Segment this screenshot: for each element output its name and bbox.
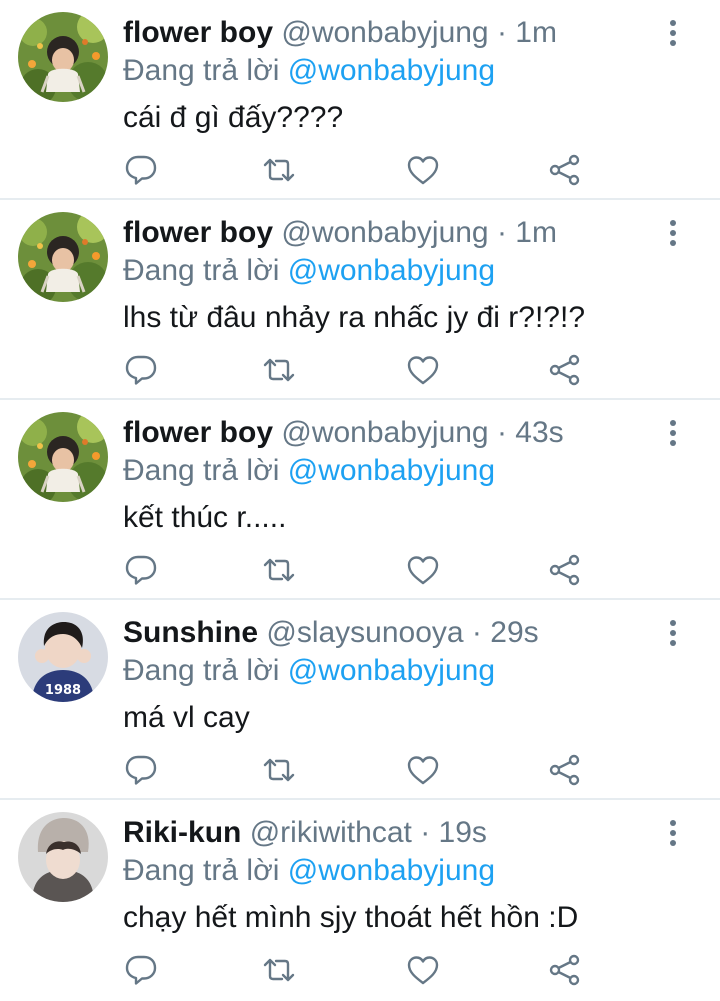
user-handle[interactable]: @rikiwithcat: [250, 816, 412, 849]
replying-to: Đang trả lời @wonbabyjung: [123, 852, 495, 890]
retweet-icon[interactable]: [261, 152, 297, 188]
avatar[interactable]: 1988: [18, 612, 108, 702]
replying-to-label: Đang trả lời: [123, 454, 288, 487]
retweet-icon[interactable]: [261, 352, 297, 388]
tweet-header: Sunshine @slaysunooya · 29s: [123, 614, 539, 652]
avatar[interactable]: [18, 212, 108, 302]
share-icon[interactable]: [547, 752, 583, 788]
tweet[interactable]: flower boy @wonbabyjung · 43s Đang trả l…: [0, 400, 720, 600]
tweet-header: Riki-kun @rikiwithcat · 19s: [123, 814, 487, 852]
more-vertical-icon[interactable]: [662, 18, 684, 48]
heart-icon[interactable]: [405, 952, 441, 988]
replying-to: Đang trả lời @wonbabyjung: [123, 52, 495, 90]
separator: ·: [411, 816, 439, 849]
display-name[interactable]: flower boy: [123, 16, 273, 49]
mention-link[interactable]: @wonbabyjung: [288, 654, 495, 687]
tweet[interactable]: Riki-kun @rikiwithcat · 19s Đang trả lời…: [0, 800, 720, 1001]
display-name[interactable]: Sunshine: [123, 616, 258, 649]
timestamp[interactable]: 43s: [515, 416, 563, 449]
tweet[interactable]: flower boy @wonbabyjung · 1m Đang trả lờ…: [0, 200, 720, 400]
timestamp[interactable]: 1m: [515, 216, 557, 249]
user-handle[interactable]: @wonbabyjung: [281, 216, 488, 249]
avatar[interactable]: [18, 412, 108, 502]
action-bar: [123, 152, 593, 188]
mention-link[interactable]: @wonbabyjung: [288, 254, 495, 287]
heart-icon[interactable]: [405, 352, 441, 388]
share-icon[interactable]: [547, 952, 583, 988]
timestamp[interactable]: 1m: [515, 16, 557, 49]
replying-to-label: Đang trả lời: [123, 854, 288, 887]
action-bar: [123, 352, 593, 388]
action-bar: [123, 952, 593, 988]
replying-to-label: Đang trả lời: [123, 54, 288, 87]
more-vertical-icon[interactable]: [662, 418, 684, 448]
separator: ·: [488, 16, 516, 49]
share-icon[interactable]: [547, 552, 583, 588]
more-vertical-icon[interactable]: [662, 218, 684, 248]
display-name[interactable]: Riki-kun: [123, 816, 241, 849]
mention-link[interactable]: @wonbabyjung: [288, 854, 495, 887]
replying-to-label: Đang trả lời: [123, 654, 288, 687]
replying-to-label: Đang trả lời: [123, 254, 288, 287]
display-name[interactable]: flower boy: [123, 416, 273, 449]
tweet-header: flower boy @wonbabyjung · 43s: [123, 414, 564, 452]
heart-icon[interactable]: [405, 552, 441, 588]
avatar-text: 1988: [45, 683, 81, 698]
more-vertical-icon[interactable]: [662, 818, 684, 848]
replying-to: Đang trả lời @wonbabyjung: [123, 252, 495, 290]
reply-icon[interactable]: [123, 352, 159, 388]
user-handle[interactable]: @slaysunooya: [266, 616, 463, 649]
retweet-icon[interactable]: [261, 552, 297, 588]
user-handle[interactable]: @wonbabyjung: [281, 416, 488, 449]
mention-link[interactable]: @wonbabyjung: [288, 54, 495, 87]
retweet-icon[interactable]: [261, 952, 297, 988]
tweet-text: lhs từ đâu nhảy ra nhấc jy đi r?!?!?: [123, 301, 586, 334]
separator: ·: [488, 216, 516, 249]
reply-icon[interactable]: [123, 752, 159, 788]
avatar[interactable]: [18, 812, 108, 902]
reply-icon[interactable]: [123, 952, 159, 988]
mention-link[interactable]: @wonbabyjung: [288, 454, 495, 487]
replying-to: Đang trả lời @wonbabyjung: [123, 652, 495, 690]
reply-feed: flower boy @wonbabyjung · 1m Đang trả lờ…: [0, 0, 720, 1001]
tweet-text: kết thúc r.....: [123, 501, 287, 534]
tweet[interactable]: flower boy @wonbabyjung · 1m Đang trả lờ…: [0, 0, 720, 200]
timestamp[interactable]: 19s: [439, 816, 487, 849]
action-bar: [123, 752, 593, 788]
avatar[interactable]: [18, 12, 108, 102]
tweet-header: flower boy @wonbabyjung · 1m: [123, 14, 557, 52]
action-bar: [123, 552, 593, 588]
tweet-text: cái đ gì đấy????: [123, 101, 344, 134]
display-name[interactable]: flower boy: [123, 216, 273, 249]
tweet[interactable]: 1988 Sunshine @slaysunooya · 29s Đang tr…: [0, 600, 720, 800]
tweet-text: chạy hết mình sjy thoát hết hồn :D: [123, 901, 579, 934]
heart-icon[interactable]: [405, 752, 441, 788]
replying-to: Đang trả lời @wonbabyjung: [123, 452, 495, 490]
timestamp[interactable]: 29s: [490, 616, 538, 649]
separator: ·: [463, 616, 491, 649]
separator: ·: [488, 416, 516, 449]
more-vertical-icon[interactable]: [662, 618, 684, 648]
tweet-header: flower boy @wonbabyjung · 1m: [123, 214, 557, 252]
reply-icon[interactable]: [123, 552, 159, 588]
user-handle[interactable]: @wonbabyjung: [281, 16, 488, 49]
heart-icon[interactable]: [405, 152, 441, 188]
share-icon[interactable]: [547, 352, 583, 388]
reply-icon[interactable]: [123, 152, 159, 188]
retweet-icon[interactable]: [261, 752, 297, 788]
share-icon[interactable]: [547, 152, 583, 188]
tweet-text: má vl cay: [123, 701, 250, 734]
